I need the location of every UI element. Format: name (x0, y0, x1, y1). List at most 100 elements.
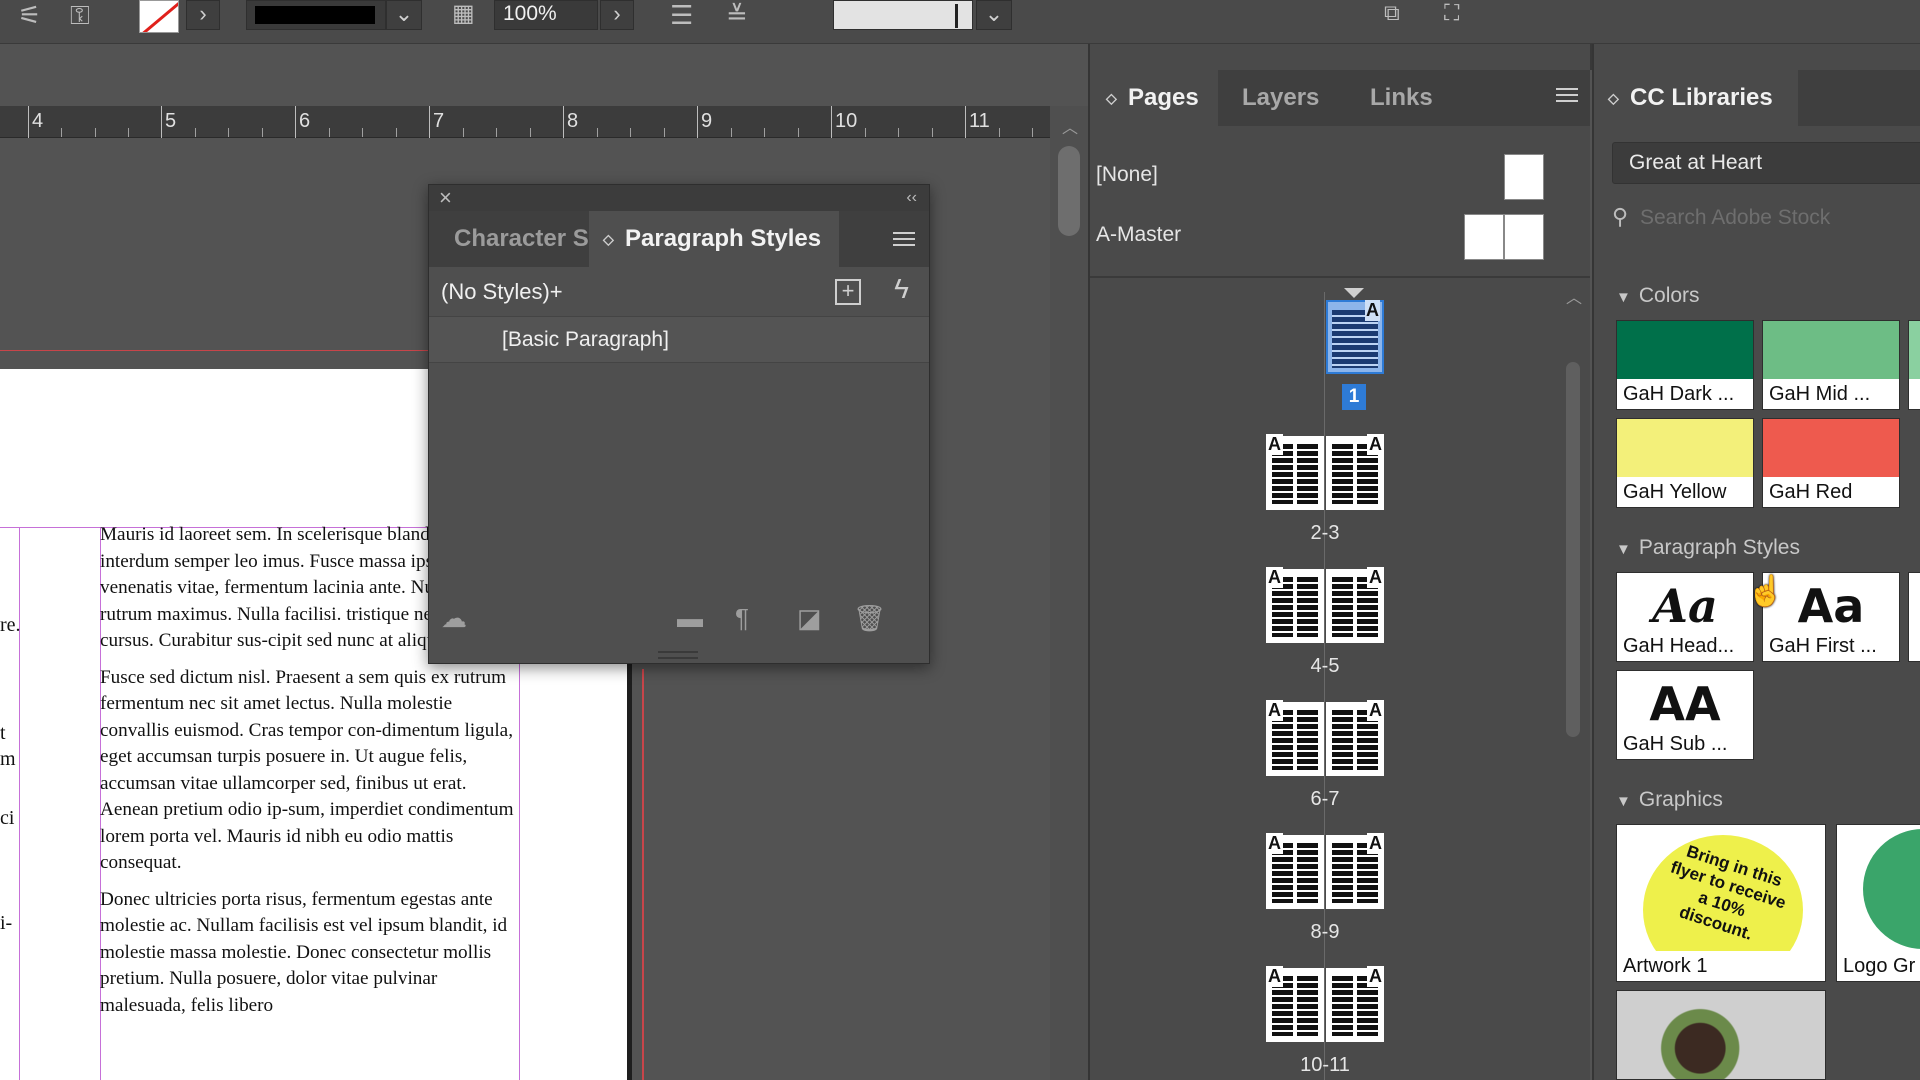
frame-fitting-icon[interactable]: ⛶ (1444, 2, 1459, 24)
panel-reorder-icon: ◇ (1106, 90, 1117, 106)
ruler-label: 10 (835, 110, 858, 132)
tab-links[interactable]: Links (1370, 70, 1433, 126)
style-name: GaH Head... (1617, 631, 1753, 661)
master-label: A-Master (1096, 223, 1182, 246)
color-swatch-card[interactable]: GaH Yellow (1616, 418, 1754, 508)
zoom-next-arrow[interactable]: › (600, 0, 634, 30)
tab-character-styles[interactable]: Character S (454, 211, 606, 267)
swatch-name: GaH Mid ... (1763, 379, 1899, 409)
arrange-icon[interactable]: ⧉ (1384, 2, 1400, 24)
color-swatch-card[interactable]: GaH Red (1762, 418, 1900, 508)
spread-label: 6-7 (1310, 788, 1340, 810)
quick-apply-icon[interactable]: ϟ (894, 273, 909, 305)
master-row-a[interactable]: A-Master (1090, 206, 1590, 264)
hamburger-menu-icon[interactable] (1556, 88, 1578, 102)
stroke-weight-preview[interactable] (246, 0, 386, 30)
style-row-basic-paragraph[interactable]: [Basic Paragraph] (429, 317, 929, 363)
search-input[interactable] (1640, 198, 1920, 238)
text-fragment: i- (0, 912, 13, 934)
panel-tabs: Character S ◇ Paragraph Styles (429, 211, 929, 267)
ruler-label: 9 (701, 110, 713, 132)
spread-thumbnail[interactable]: A A (1266, 966, 1384, 1042)
master-row-none[interactable]: [None] (1090, 146, 1590, 204)
paragraph-style-card[interactable]: Aa GaH Head... (1616, 572, 1754, 662)
ruler-label: 8 (567, 110, 579, 132)
food-photo (1617, 991, 1825, 1079)
color-swatch-card[interactable]: GaH Dark ... (1616, 320, 1754, 410)
horizontal-ruler[interactable]: 4 5 6 7 8 9 10 11 (0, 106, 1050, 138)
paragraph-style-card[interactable]: AA GaH Sub ... (1616, 670, 1754, 760)
library-selector[interactable]: Great at Heart (1612, 142, 1920, 184)
align-distribute-icon[interactable]: ⚟ (18, 2, 41, 28)
style-name: [Basic Paragraph] (502, 328, 669, 351)
style-name: GaH Sub ... (1617, 729, 1753, 759)
object-style-dropdown[interactable]: ⌄ (976, 0, 1012, 30)
spread-thumbnail[interactable]: A A (1266, 567, 1384, 643)
master-prefix: A (1367, 966, 1384, 987)
section-paragraph-styles[interactable]: ▼ Paragraph Styles (1616, 536, 1800, 560)
text-fragment: ci (0, 807, 15, 829)
tab-cc-libraries[interactable]: ◇ CC Libraries (1594, 70, 1798, 126)
spread-label: 2-3 (1310, 522, 1340, 544)
color-swatch-card[interactable] (1908, 320, 1920, 410)
style-row-none[interactable]: (No Styles)+ + ϟ (429, 267, 929, 317)
panel-divider[interactable] (1090, 276, 1590, 278)
stroke-type-dropdown[interactable]: ⌄ (386, 0, 422, 30)
stroke-menu-arrow[interactable]: › (186, 0, 220, 30)
resize-grip[interactable] (658, 651, 698, 659)
tab-paragraph-styles[interactable]: ◇ Paragraph Styles (589, 211, 839, 267)
master-prefix: A (1367, 434, 1384, 455)
page-thumbnail-1[interactable]: A (1326, 300, 1384, 374)
trash-icon[interactable]: 🗑 (853, 603, 886, 634)
object-style-field[interactable] (833, 0, 973, 30)
tab-pages[interactable]: ◇ Pages (1090, 70, 1218, 126)
master-prefix: A (1367, 567, 1384, 588)
color-swatch (1909, 321, 1920, 379)
drop-shadow-icon[interactable]: ☰ (670, 2, 693, 28)
panel-menu-button[interactable] (889, 211, 919, 267)
section-graphics[interactable]: ▼ Graphics (1616, 788, 1723, 812)
zoom-field[interactable]: 100% (494, 0, 598, 30)
close-icon[interactable]: × (439, 185, 452, 211)
paragraph-style-card[interactable] (1908, 572, 1920, 662)
scroll-up-icon[interactable]: ︿ (1566, 284, 1582, 308)
document-scrollbar[interactable]: ︿ (1050, 106, 1088, 1080)
body-paragraph: Donec ultricies porta risus, fermentum e… (100, 888, 508, 1016)
spread-thumbnail[interactable]: A A (1266, 833, 1384, 909)
graphic-card[interactable] (1616, 990, 1826, 1080)
graphic-card[interactable]: Logo Gr (1836, 824, 1920, 982)
spread-thumbnail[interactable]: A A (1266, 434, 1384, 510)
pages-panel: ◇ Pages Layers Links [None] A-Master A 1… (1088, 44, 1590, 1080)
scroll-up-icon[interactable]: ︿ (1062, 114, 1078, 138)
tab-label: Paragraph Styles (625, 225, 822, 252)
tab-layers[interactable]: Layers (1242, 70, 1319, 126)
new-group-folder-icon[interactable]: ▬ (677, 603, 703, 634)
panel-footer: ☁ ▬ ¶ ◪ 🗑 (429, 593, 929, 641)
panel-tabs: ◇ CC Libraries (1594, 70, 1920, 126)
scroll-thumb[interactable] (1058, 146, 1080, 236)
section-label: Graphics (1638, 788, 1723, 811)
hamburger-menu-icon (893, 232, 915, 246)
color-swatch-card[interactable]: GaH Mid ... (1762, 320, 1900, 410)
pages-scrollbar[interactable]: ︿ (1560, 284, 1586, 1080)
text-wrap-icon[interactable]: ≚ (726, 2, 748, 28)
clear-overrides-icon[interactable]: ¶ (735, 603, 749, 634)
section-colors[interactable]: ▼ Colors (1616, 284, 1700, 308)
graphic-card[interactable]: Bring in this flyer to receive a 10% dis… (1616, 824, 1826, 982)
stroke-color-swatch[interactable] (139, 0, 179, 33)
style-name: GaH First ... (1763, 631, 1899, 661)
style-preview: Aa (1652, 579, 1718, 633)
collapse-icon[interactable]: ‹‹ (906, 185, 917, 211)
panel-title-bar[interactable]: × ‹‹ (429, 185, 929, 211)
scroll-thumb[interactable] (1566, 362, 1580, 737)
graphic-name: Artwork 1 (1617, 951, 1825, 981)
page-number-badge: 1 (1342, 384, 1366, 410)
tab-label: CC Libraries (1630, 84, 1773, 111)
master-thumbnail (1504, 154, 1544, 200)
new-style-icon[interactable]: ◪ (797, 603, 822, 634)
spread-thumbnail[interactable]: A A (1266, 700, 1384, 776)
current-page-marker (1344, 288, 1364, 298)
cc-library-icon[interactable]: ☁ (441, 603, 467, 634)
hierarchy-icon[interactable]: ⚿ (70, 2, 90, 28)
new-style-group-icon[interactable]: + (835, 279, 861, 305)
